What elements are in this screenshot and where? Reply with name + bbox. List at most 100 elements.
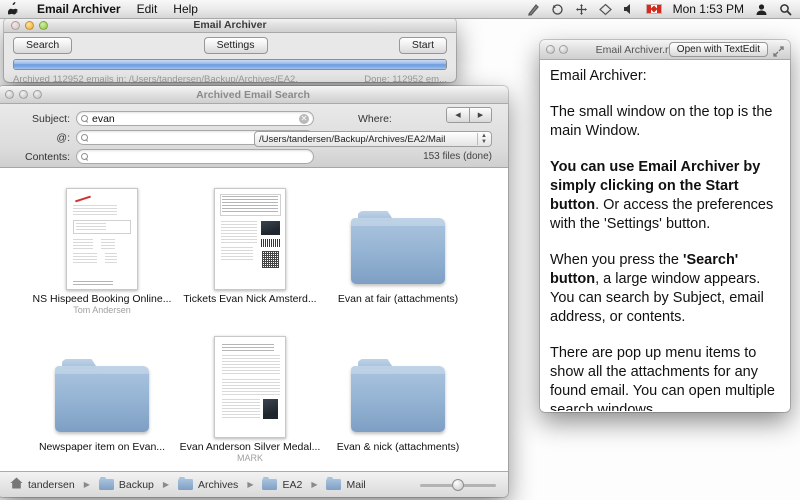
move-icon[interactable] <box>575 3 588 16</box>
search-window-titlebar[interactable]: Archived Email Search <box>0 86 508 104</box>
breadcrumb-item[interactable]: Backup <box>119 479 154 491</box>
quicklook-title: Email Archiver.rtf <box>590 44 680 56</box>
archiver-titlebar[interactable]: Email Archiver <box>4 18 456 33</box>
subject-value: evan <box>92 113 299 125</box>
folder-icon <box>326 479 341 490</box>
result-document-item[interactable]: Evan Anderson Silver Medal...MARK <box>176 322 324 464</box>
close-button[interactable] <box>11 21 20 30</box>
fullscreen-icon[interactable] <box>773 44 784 55</box>
menu-app-name[interactable]: Email Archiver <box>37 2 121 16</box>
document-paragraph: Email Archiver: <box>550 67 780 86</box>
folder-icon <box>55 366 149 432</box>
menu-item-edit[interactable]: Edit <box>137 2 158 16</box>
result-folder-item[interactable]: Evan at fair (attachments) <box>324 174 472 316</box>
file-count-text: 153 files (done) <box>423 151 492 162</box>
breadcrumb-separator-icon: ▶ <box>311 480 317 489</box>
file-subtitle: Tom Andersen <box>73 305 131 316</box>
contents-label: Contents: <box>0 151 76 163</box>
search-icon <box>81 115 89 123</box>
search-icon <box>81 134 89 142</box>
volume-icon[interactable] <box>623 3 635 15</box>
subject-search-input[interactable]: evan ✕ <box>76 111 314 126</box>
archiver-window-title: Email Archiver <box>4 19 456 31</box>
result-document-item[interactable]: Tickets Evan Nick Amsterd... <box>176 174 324 316</box>
icon-size-slider[interactable] <box>420 478 496 492</box>
slider-knob[interactable] <box>452 479 464 491</box>
zoom-button[interactable] <box>33 90 42 99</box>
breadcrumb-item[interactable]: Archives <box>198 479 238 491</box>
file-subtitle: MARK <box>237 453 263 464</box>
file-name: Evan at fair (attachments) <box>338 293 458 305</box>
folder-icon <box>351 366 445 432</box>
icon-box <box>66 178 138 290</box>
breadcrumb-item[interactable]: Mail <box>346 479 365 491</box>
zoom-button[interactable] <box>39 21 48 30</box>
icon-box <box>351 178 445 290</box>
forward-button[interactable]: ▶ <box>469 108 491 122</box>
search-icon <box>81 153 89 161</box>
contents-search-input[interactable] <box>76 149 314 164</box>
folder-icon <box>99 479 114 490</box>
archive-progress-bar <box>13 59 447 70</box>
minimize-button[interactable] <box>25 21 34 30</box>
folder-icon <box>351 218 445 284</box>
quicklook-titlebar[interactable]: Email Archiver.rtf Open with TextEdit <box>540 40 790 60</box>
file-name: Evan Anderson Silver Medal... <box>180 441 321 453</box>
email-archiver-window: Email Archiver Search Settings Start Arc… <box>4 18 456 82</box>
folder-icon <box>178 479 193 490</box>
home-icon <box>10 477 23 492</box>
minimize-button[interactable] <box>19 90 28 99</box>
breadcrumb-item[interactable]: EA2 <box>282 479 302 491</box>
icon-box <box>214 178 286 290</box>
document-paragraph: You can use Email Archiver by simply cli… <box>550 158 780 234</box>
user-icon[interactable] <box>755 3 768 16</box>
breadcrumb-separator-icon: ▶ <box>84 480 90 489</box>
close-button[interactable] <box>546 45 555 54</box>
back-button[interactable]: ◀ <box>447 108 469 122</box>
result-folder-item[interactable]: Newspaper item on Evan... <box>28 322 176 464</box>
breadcrumb: tandersen ▶ Backup ▶ Archives ▶ EA2 ▶ Mail <box>10 477 366 492</box>
breadcrumb-separator-icon: ▶ <box>247 480 253 489</box>
start-button[interactable]: Start <box>399 37 447 54</box>
folder-icon <box>262 479 277 490</box>
file-name: Evan & nick (attachments) <box>337 441 460 453</box>
breadcrumb-separator-icon: ▶ <box>163 480 169 489</box>
document-paragraph: When you press the 'Search' button, a la… <box>550 251 780 327</box>
search-results-grid: NS Hispeed Booking Online...Tom Andersen… <box>0 168 506 467</box>
result-document-item[interactable]: NS Hispeed Booking Online...Tom Andersen <box>28 174 176 316</box>
archived-email-search-window: Archived Email Search Subject: evan ✕ @: <box>0 86 508 497</box>
breadcrumb-item[interactable]: tandersen <box>28 479 75 491</box>
menu-clock[interactable]: Mon 1:53 PM <box>673 2 744 16</box>
search-window-title: Archived Email Search <box>0 89 508 101</box>
document-paragraph: The small window on the top is the main … <box>550 103 780 141</box>
quicklook-window: Email Archiver.rtf Open with TextEdit Em… <box>540 40 790 412</box>
open-with-textedit-button[interactable]: Open with TextEdit <box>669 42 768 57</box>
apple-menu-icon[interactable] <box>8 2 21 17</box>
settings-button[interactable]: Settings <box>204 37 268 54</box>
where-value: /Users/tandersen/Backup/Archives/EA2/Mai… <box>259 134 477 145</box>
icon-box <box>351 326 445 438</box>
document-paragraph: There are pop up menu items to show all … <box>550 344 780 411</box>
history-nav-control: ◀ ▶ <box>446 107 492 123</box>
archive-progress-fill <box>14 60 446 69</box>
search-toolbar: Subject: evan ✕ @: Contents: <box>0 104 508 168</box>
close-button[interactable] <box>5 90 14 99</box>
menu-item-help[interactable]: Help <box>173 2 198 16</box>
time-machine-icon[interactable] <box>551 3 564 16</box>
path-bar: tandersen ▶ Backup ▶ Archives ▶ EA2 ▶ Mail <box>0 471 508 497</box>
search-button[interactable]: Search <box>13 37 72 54</box>
address-label: @: <box>0 132 76 144</box>
zoom-button[interactable] <box>559 45 568 54</box>
where-popup-menu[interactable]: /Users/tandersen/Backup/Archives/EA2/Mai… <box>254 131 492 147</box>
spotlight-icon[interactable] <box>779 3 792 16</box>
result-folder-item[interactable]: Evan & nick (attachments) <box>324 322 472 464</box>
desktop: Email Archiver Edit Help Mon 1:53 PM <box>0 0 800 500</box>
airport-off-icon[interactable] <box>599 3 612 16</box>
clear-search-icon[interactable]: ✕ <box>299 114 309 124</box>
input-source-canada-flag-icon[interactable] <box>646 4 662 14</box>
popup-arrows-icon: ▲▼ <box>477 133 487 145</box>
pen-icon[interactable] <box>527 3 540 16</box>
file-name: Newspaper item on Evan... <box>39 441 165 453</box>
document-thumbnail <box>214 188 286 290</box>
file-name: Tickets Evan Nick Amsterd... <box>183 293 316 305</box>
